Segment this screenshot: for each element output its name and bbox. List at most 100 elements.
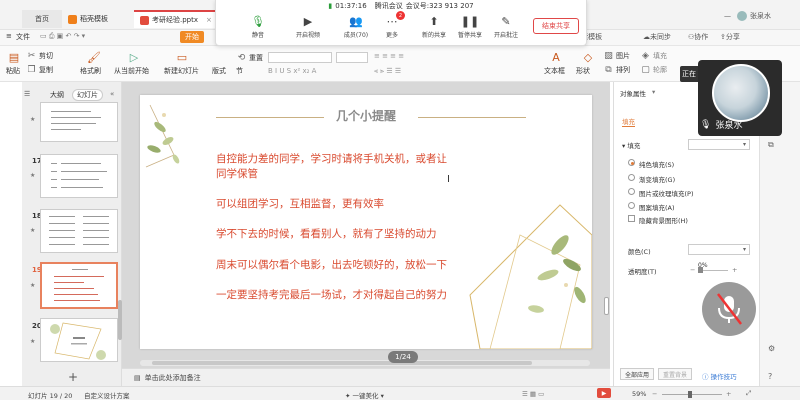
tip-1[interactable]: 自控能力差的同学，学习时请将手机关机，或者让 同学保管	[216, 152, 447, 182]
mic-muted-bubble[interactable]	[702, 282, 756, 336]
zoom-level[interactable]: 59%	[632, 390, 646, 398]
format-painter-icon[interactable]: 🖌	[86, 50, 102, 64]
layout-button[interactable]: 版式	[212, 66, 226, 76]
members-icon: 👥	[349, 14, 363, 28]
tip-3[interactable]: 学不下去的时候，看看别人，就有了坚持的动力	[216, 227, 437, 242]
vertical-scrollbar[interactable]	[604, 297, 609, 315]
apply-all-button[interactable]: 全部应用	[620, 368, 654, 380]
hide-bg-checkbox[interactable]	[628, 215, 635, 222]
minimize-icon[interactable]: —	[724, 12, 731, 20]
tab-outline[interactable]: 大纲	[50, 90, 64, 100]
play-icon[interactable]: ▷	[126, 50, 142, 64]
end-share-button[interactable]: 结束共享	[533, 18, 579, 34]
slide-decoration	[145, 104, 592, 349]
more-button[interactable]: ⋯ 2 更多	[374, 11, 410, 39]
fill-section-header[interactable]: ▾ 填充	[622, 140, 640, 150]
picture-button[interactable]: ▨ 图片	[603, 50, 630, 61]
properties-dropdown-icon[interactable]: ▾	[652, 88, 655, 96]
mute-button[interactable]: 🎙 静音	[240, 14, 276, 40]
tab-slides[interactable]: 幻灯片	[72, 89, 103, 101]
new-share-button[interactable]: ⬆ 新的共享	[416, 14, 452, 40]
video-button[interactable]: ▶ 开启视频	[290, 14, 326, 40]
tip-5[interactable]: 一定要坚持考完最后一场试，才对得起自己的努力	[216, 288, 447, 303]
new-slide-button[interactable]: 新建幻灯片	[164, 66, 199, 76]
radio-solid-fill[interactable]	[628, 159, 635, 166]
beautify-button[interactable]: ✦ 一键美化 ▾	[345, 390, 384, 400]
copy-panel-icon[interactable]: ⧉	[768, 140, 774, 150]
menu-hamburger-icon[interactable]: ≡	[6, 32, 12, 40]
outline-button[interactable]: ▢ 轮廓	[640, 64, 667, 75]
horizontal-scrollbar[interactable]	[152, 361, 532, 365]
outline-view-icon[interactable]: ☰	[24, 90, 30, 98]
slide-thumbnail[interactable]	[40, 318, 118, 362]
collapse-panel-icon[interactable]: «	[110, 90, 114, 98]
tab-home[interactable]: 首页	[22, 10, 62, 28]
tips-link[interactable]: ⓘ 操作技巧	[702, 371, 737, 381]
slide-thumbnail-selected[interactable]	[40, 262, 118, 309]
zoom-slider[interactable]	[662, 394, 722, 395]
paste-button[interactable]: 粘贴	[6, 66, 20, 76]
arrange-button[interactable]: ⧉ 排列	[603, 64, 630, 75]
radio-picture-fill[interactable]	[628, 188, 635, 195]
transparency-plus-icon[interactable]: +	[732, 266, 737, 274]
close-tab-icon[interactable]: ×	[206, 16, 212, 24]
menu-collab[interactable]: ⚇协作	[688, 32, 708, 42]
menu-file[interactable]: 文件	[16, 32, 30, 42]
pause-icon: ❚❚	[460, 14, 480, 28]
format-painter-button[interactable]: 格式刷	[80, 66, 101, 76]
radio-pattern-fill[interactable]	[628, 202, 635, 209]
reset-button[interactable]: ⟲ 重置	[236, 52, 263, 63]
tip-1-line-2: 同学保管	[216, 168, 258, 180]
slide-canvas[interactable]: 几个小提醒 自控能力差的同学，学习时请将手机关机，或者让 同学保管 可以组团学习…	[140, 95, 592, 349]
notes-area[interactable]: ▤ 单击此处添加备注	[122, 368, 610, 386]
alignment-buttons[interactable]: ⫷ ⫸ ☰ ☰	[374, 67, 401, 76]
font-size-select[interactable]	[336, 52, 368, 63]
slide-thumbnail[interactable]	[40, 209, 118, 253]
reset-bg-button[interactable]: 重置背景	[658, 368, 692, 380]
members-button[interactable]: 👥 成员(70)	[338, 14, 374, 40]
zoom-out-icon[interactable]: −	[652, 390, 657, 398]
tab-fill[interactable]: 填充	[622, 116, 635, 127]
settings-icon[interactable]: ⚙	[768, 344, 775, 353]
copy-button[interactable]: ❐ 复制	[26, 64, 53, 75]
tab-template[interactable]: 稻壳模板	[62, 10, 134, 28]
tab-start[interactable]: 开始	[180, 31, 204, 43]
new-slide-icon[interactable]: ▭	[174, 50, 190, 64]
radio-gradient-fill[interactable]	[628, 174, 635, 181]
tip-4[interactable]: 周末可以偶尔看个电影，出去吃顿好的，放松一下	[216, 258, 447, 273]
font-name-select[interactable]	[268, 52, 332, 63]
add-slide-button[interactable]: +	[68, 370, 78, 384]
slide-title[interactable]: 几个小提醒	[140, 107, 592, 124]
color-select[interactable]: ▾	[688, 244, 750, 255]
play-from-current-button[interactable]: 从当前开始	[114, 66, 149, 76]
zoom-in-icon[interactable]: +	[726, 390, 731, 398]
transparency-minus-icon[interactable]: −	[690, 266, 695, 274]
tip-2[interactable]: 可以组团学习，互相监督，更有效率	[216, 197, 384, 212]
menu-share[interactable]: ⇪分享	[720, 32, 740, 42]
tab-document[interactable]: 考研经验.pptx ×	[134, 10, 224, 28]
pause-share-button[interactable]: ❚❚ 暂停共享	[452, 14, 488, 40]
font-format-buttons[interactable]: B I U S x² x₂ A	[268, 67, 316, 75]
paste-icon[interactable]: ▤	[6, 50, 22, 64]
paragraph-buttons[interactable]: ≡ ≡ ≡ ≡	[374, 52, 404, 60]
slide-thumbnail[interactable]	[40, 102, 118, 142]
quick-access-icons[interactable]: ▭ ⎙ ▣ ↶ ↷ ▾	[40, 32, 85, 41]
fit-window-icon[interactable]: ⤢	[746, 389, 751, 398]
zoom-slider-handle[interactable]	[688, 391, 692, 398]
help-icon[interactable]: ?	[768, 372, 772, 381]
user-avatar-icon[interactable]	[737, 11, 747, 21]
shape-button[interactable]: 形状	[576, 66, 590, 76]
fill-button[interactable]: ◈ 填充	[640, 50, 667, 61]
textbox-button[interactable]: 文本框	[544, 66, 565, 76]
view-mode-icons[interactable]: ☰ ▦ ▭	[522, 390, 544, 398]
annotate-button[interactable]: ✎ 开启批注	[488, 14, 524, 40]
play-slideshow-icon[interactable]: ▶	[597, 388, 611, 398]
shape-icon[interactable]: ◇	[580, 50, 596, 64]
textbox-icon[interactable]: A	[548, 50, 564, 64]
cut-button[interactable]: ✂ 剪切	[26, 50, 53, 61]
menu-unsync[interactable]: ☁未同步	[643, 32, 671, 42]
theme-name[interactable]: 自定义设计方案	[84, 390, 130, 400]
fill-type-select[interactable]: ▾	[688, 139, 750, 150]
slide-thumbnail[interactable]	[40, 154, 118, 198]
section-button[interactable]: 节	[236, 66, 243, 76]
